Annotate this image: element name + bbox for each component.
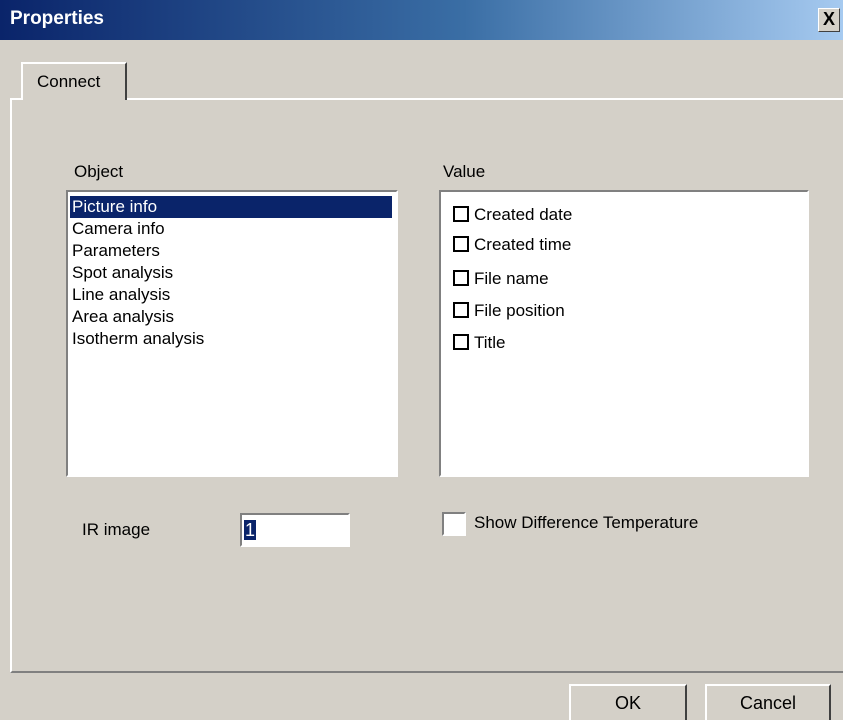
checkbox-icon[interactable] [453, 270, 469, 287]
object-item-spot-analysis[interactable]: Spot analysis [70, 262, 392, 284]
window-title: Properties [10, 8, 104, 29]
cancel-button[interactable]: Cancel [705, 684, 831, 720]
value-item-label: Created time [474, 235, 572, 254]
checkbox-icon[interactable] [453, 334, 469, 351]
value-item-created-time[interactable]: Created time [453, 232, 571, 258]
value-label: Value [443, 162, 486, 181]
checkbox-icon[interactable] [453, 206, 469, 223]
ok-button[interactable]: OK [569, 684, 687, 720]
object-item-camera-info[interactable]: Camera info [70, 218, 392, 240]
object-label: Object [74, 162, 124, 181]
tab-connect[interactable]: Connect [21, 62, 127, 100]
ir-image-input[interactable]: 1 [240, 513, 350, 547]
object-item-line-analysis[interactable]: Line analysis [70, 284, 392, 306]
object-item-picture-info[interactable]: Picture info [70, 196, 392, 218]
object-item-area-analysis[interactable]: Area analysis [70, 306, 392, 328]
show-difference-checkbox[interactable] [442, 512, 466, 536]
value-item-title[interactable]: Title [453, 330, 506, 356]
object-item-parameters[interactable]: Parameters [70, 240, 392, 262]
value-item-label: File name [474, 269, 549, 288]
object-item-isotherm-analysis[interactable]: Isotherm analysis [70, 328, 392, 350]
checkbox-icon[interactable] [453, 302, 469, 319]
value-item-label: Created date [474, 205, 573, 224]
ir-image-value: 1 [244, 520, 257, 540]
object-listbox[interactable]: Picture info Camera info Parameters Spot… [66, 190, 398, 477]
value-listbox[interactable]: Created date Created time File name File… [439, 190, 809, 477]
value-item-created-date[interactable]: Created date [453, 202, 572, 228]
value-item-label: File position [474, 301, 565, 320]
value-item-file-position[interactable]: File position [453, 298, 565, 324]
value-item-file-name[interactable]: File name [453, 266, 549, 292]
checkbox-icon[interactable] [453, 236, 469, 253]
value-item-label: Title [474, 333, 506, 352]
title-bar: Properties X [0, 0, 843, 40]
show-difference-label: Show Difference Temperature [474, 513, 699, 532]
close-icon[interactable]: X [818, 8, 840, 32]
ir-image-label: IR image [82, 520, 151, 539]
tab-connect-label: Connect [37, 72, 101, 91]
